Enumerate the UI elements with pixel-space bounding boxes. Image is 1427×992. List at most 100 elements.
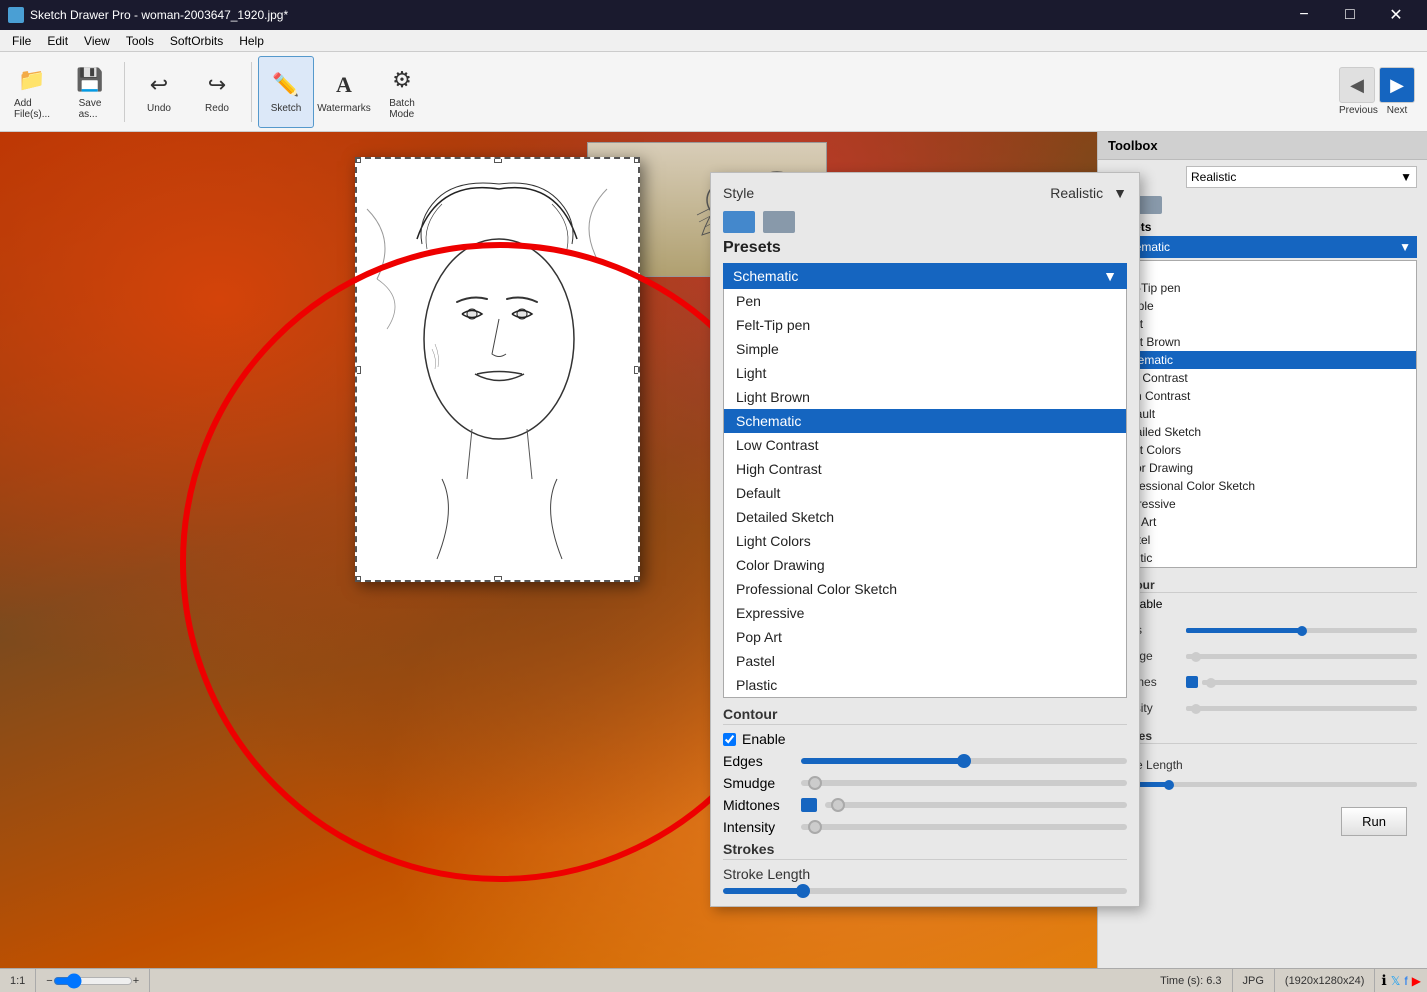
magnified-intensity-slider[interactable] [801, 824, 1127, 830]
magnified-intensity-thumb[interactable] [808, 820, 822, 834]
magnified-smudge-label: Smudge [723, 775, 793, 791]
style-dropdown-arrow: ▼ [1400, 170, 1412, 184]
resize-handle-bm[interactable] [494, 576, 502, 582]
preset-felt-tip-pen[interactable]: Felt-Tip pen [1109, 279, 1416, 297]
zoom-slider[interactable] [53, 975, 133, 987]
smudge-slider[interactable] [1186, 654, 1417, 659]
sketch-image[interactable] [355, 157, 640, 582]
resize-handle-tr[interactable] [634, 157, 640, 163]
mag-item-light-brown[interactable]: Light Brown [724, 385, 1126, 409]
magnified-enable-checkbox[interactable] [723, 733, 736, 746]
resize-handle-br[interactable] [634, 576, 640, 582]
magnified-edges-thumb[interactable] [957, 754, 971, 768]
intensity-slider[interactable] [1186, 706, 1417, 711]
mag-item-plastic[interactable]: Plastic [724, 673, 1126, 697]
stroke-length-thumb[interactable] [1164, 780, 1174, 790]
preset-schematic[interactable]: Schematic [1109, 351, 1416, 369]
preset-high-contrast[interactable]: High Contrast [1109, 387, 1416, 405]
menu-view[interactable]: View [76, 32, 118, 50]
zoom-plus[interactable]: + [133, 975, 139, 987]
style-select[interactable]: Realistic ▼ [1186, 166, 1417, 188]
preset-simple[interactable]: Simple [1109, 297, 1416, 315]
batch-mode-button[interactable]: ⚙ BatchMode [374, 56, 430, 128]
menu-edit[interactable]: Edit [39, 32, 76, 50]
preset-detailed-sketch[interactable]: Detailed Sketch [1109, 423, 1416, 441]
mag-item-detailed-sketch[interactable]: Detailed Sketch [724, 505, 1126, 529]
magnified-presets-list[interactable]: Pen Felt-Tip pen Simple Light Light Brow… [723, 289, 1127, 698]
sketch-button[interactable]: ✏️ Sketch [258, 56, 314, 128]
menu-help[interactable]: Help [231, 32, 272, 50]
style-value: Realistic [1191, 170, 1236, 184]
watermarks-button[interactable]: A Watermarks [316, 56, 372, 128]
intensity-slider-thumb[interactable] [1191, 704, 1201, 714]
preset-plastic[interactable]: Plastic [1109, 549, 1416, 567]
mag-item-expressive[interactable]: Expressive [724, 601, 1126, 625]
facebook-icon[interactable]: f [1404, 974, 1407, 988]
mag-item-professional-color-sketch[interactable]: Professional Color Sketch [724, 577, 1126, 601]
presets-list[interactable]: Pen Felt-Tip pen Simple Light Light Brow… [1108, 260, 1417, 568]
magnified-stroke-length-thumb[interactable] [796, 884, 810, 898]
preset-light-colors[interactable]: Light Colors [1109, 441, 1416, 459]
mag-item-default[interactable]: Default [724, 481, 1126, 505]
presets-dropdown[interactable]: Schematic ▼ [1108, 236, 1417, 258]
mag-item-simple[interactable]: Simple [724, 337, 1126, 361]
previous-button[interactable]: ◀ [1339, 67, 1375, 103]
maximize-button[interactable]: □ [1327, 0, 1373, 30]
mag-item-pop-art[interactable]: Pop Art [724, 625, 1126, 649]
close-button[interactable]: ✕ [1373, 0, 1419, 30]
twitter-icon[interactable]: 𝕏 [1391, 974, 1401, 988]
preset-pop-art[interactable]: Pop Art [1109, 513, 1416, 531]
run-button[interactable]: Run [1341, 807, 1407, 836]
preset-low-contrast[interactable]: Low Contrast [1109, 369, 1416, 387]
preset-default[interactable]: Default [1109, 405, 1416, 423]
preset-pen[interactable]: Pen [1109, 261, 1416, 279]
resize-handle-lm[interactable] [355, 366, 361, 374]
mag-item-high-contrast[interactable]: High Contrast [724, 457, 1126, 481]
window-controls[interactable]: − □ ✕ [1281, 0, 1419, 30]
edges-slider[interactable] [1186, 628, 1417, 633]
undo-button[interactable]: ↩ Undo [131, 56, 187, 128]
mag-item-light[interactable]: Light [724, 361, 1126, 385]
mag-item-light-colors[interactable]: Light Colors [724, 529, 1126, 553]
magnified-smudge-thumb[interactable] [808, 776, 822, 790]
youtube-icon[interactable]: ▶ [1412, 974, 1421, 988]
preset-light-brown[interactable]: Light Brown [1109, 333, 1416, 351]
stroke-length-slider[interactable] [1108, 782, 1417, 787]
magnified-presets-dropdown[interactable]: Schematic ▼ [723, 263, 1127, 289]
preset-professional-color-sketch[interactable]: Professional Color Sketch [1109, 477, 1416, 495]
midtones-slider[interactable] [1202, 680, 1417, 685]
redo-button[interactable]: ↪ Redo [189, 56, 245, 128]
mag-item-schematic[interactable]: Schematic [724, 409, 1126, 433]
mag-item-pastel[interactable]: Pastel [724, 649, 1126, 673]
menu-tools[interactable]: Tools [118, 32, 162, 50]
add-files-button[interactable]: 📁 AddFile(s)... [4, 56, 60, 128]
magnified-midtones-swatch[interactable] [801, 798, 817, 812]
midtones-slider-thumb[interactable] [1206, 678, 1216, 688]
resize-handle-tm[interactable] [494, 157, 502, 163]
resize-handle-bl[interactable] [355, 576, 361, 582]
preset-pastel[interactable]: Pastel [1109, 531, 1416, 549]
minimize-button[interactable]: − [1281, 0, 1327, 30]
magnified-midtones-thumb[interactable] [831, 798, 845, 812]
menu-softorbits[interactable]: SoftOrbits [162, 32, 231, 50]
edges-slider-thumb[interactable] [1297, 626, 1307, 636]
save-as-button[interactable]: 💾 Saveas... [62, 56, 118, 128]
mag-item-color-drawing[interactable]: Color Drawing [724, 553, 1126, 577]
next-button[interactable]: ▶ [1379, 67, 1415, 103]
preset-color-drawing[interactable]: Color Drawing [1109, 459, 1416, 477]
mag-item-pen[interactable]: Pen [724, 289, 1126, 313]
resize-handle-rm[interactable] [634, 366, 640, 374]
preset-light[interactable]: Light [1109, 315, 1416, 333]
resize-handle-tl[interactable] [355, 157, 361, 163]
magnified-stroke-length-slider[interactable] [723, 888, 1127, 894]
run-button-container: Run [1098, 791, 1427, 852]
magnified-edges-slider[interactable] [801, 758, 1127, 764]
mag-item-felt-tip-pen[interactable]: Felt-Tip pen [724, 313, 1126, 337]
preset-expressive[interactable]: Expressive [1109, 495, 1416, 513]
magnified-smudge-slider[interactable] [801, 780, 1127, 786]
menu-file[interactable]: File [4, 32, 39, 50]
mag-item-low-contrast[interactable]: Low Contrast [724, 433, 1126, 457]
smudge-slider-thumb[interactable] [1191, 652, 1201, 662]
magnified-midtones-slider[interactable] [825, 802, 1127, 808]
midtones-color-swatch[interactable] [1186, 676, 1198, 688]
